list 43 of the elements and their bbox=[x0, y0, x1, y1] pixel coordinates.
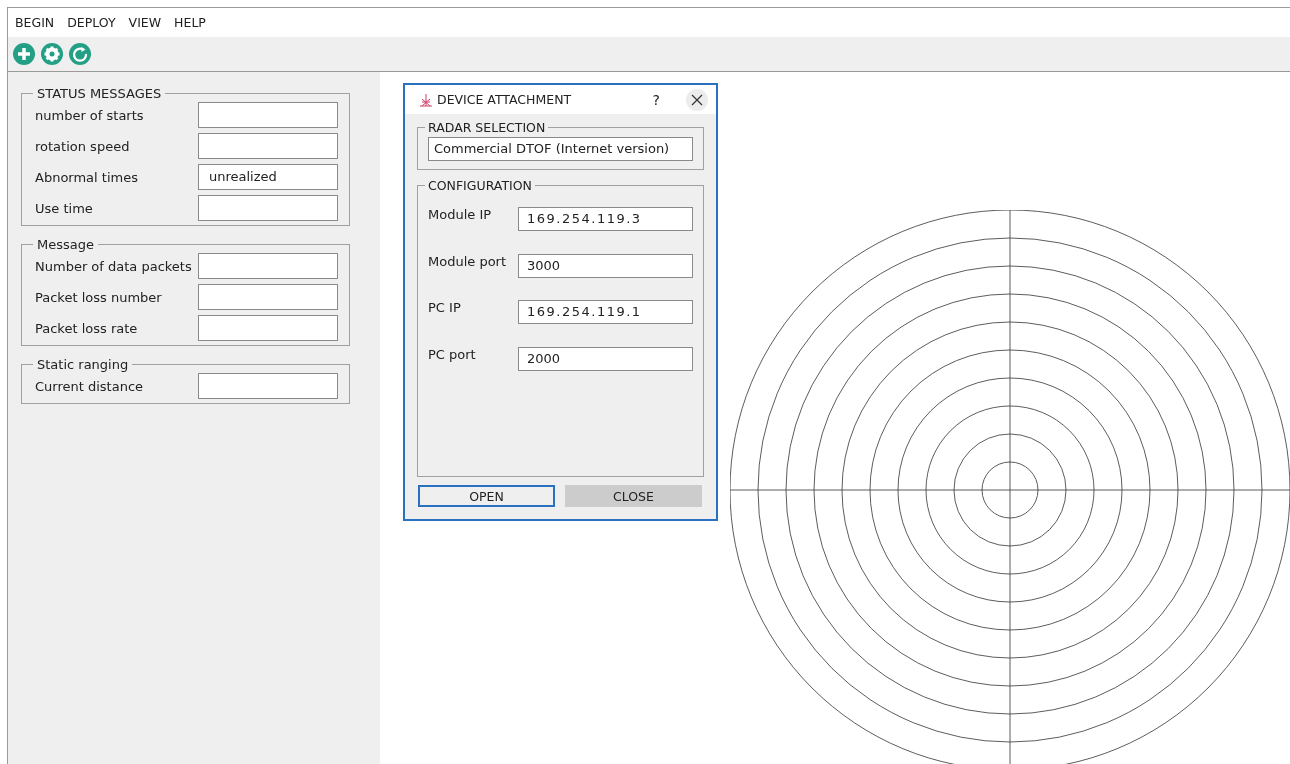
input-field[interactable]: 3000 bbox=[518, 253, 693, 278]
input-field[interactable] bbox=[198, 253, 338, 279]
input-field[interactable] bbox=[198, 315, 338, 341]
help-button[interactable]: ? bbox=[652, 91, 660, 108]
input-field[interactable] bbox=[198, 195, 338, 221]
add-icon[interactable] bbox=[13, 43, 35, 65]
menu-item[interactable]: BEGIN bbox=[15, 15, 55, 30]
input-field[interactable] bbox=[198, 373, 338, 399]
field-label: Number of data packets bbox=[35, 258, 192, 274]
group-title: RADAR SELECTION bbox=[427, 120, 547, 135]
group-title: CONFIGURATION bbox=[427, 178, 533, 193]
group-title: STATUS MESSAGES bbox=[36, 86, 163, 101]
dialog-button[interactable]: OPEN bbox=[418, 485, 555, 507]
settings-icon[interactable] bbox=[41, 43, 63, 65]
menu-item[interactable]: HELP bbox=[174, 15, 206, 30]
input-field[interactable] bbox=[198, 133, 338, 159]
close-icon[interactable] bbox=[686, 88, 708, 111]
input-field[interactable]: 169.254.119.3 bbox=[518, 207, 693, 231]
menu-item[interactable]: VIEW bbox=[128, 15, 162, 30]
field-label: number of starts bbox=[35, 107, 144, 123]
menu-item[interactable]: DEPLOY bbox=[67, 15, 116, 30]
input-field[interactable]: unrealized bbox=[198, 164, 338, 190]
field-label: Use time bbox=[35, 200, 93, 216]
field-label: rotation speed bbox=[35, 138, 130, 154]
input-field[interactable]: 169.254.119.1 bbox=[518, 300, 693, 324]
input-field[interactable]: 2000 bbox=[518, 346, 693, 371]
field-label: PC port bbox=[428, 346, 476, 362]
field-label: Packet loss number bbox=[35, 289, 162, 305]
group-title: Message bbox=[36, 237, 95, 252]
field-label: Packet loss rate bbox=[35, 320, 138, 336]
field-label: Abnormal times bbox=[35, 169, 138, 185]
dialog-title: DEVICE ATTACHMENT bbox=[437, 92, 573, 107]
field-label: PC IP bbox=[428, 300, 461, 315]
select-field[interactable]: Commercial DTOF (Internet version) bbox=[428, 137, 693, 161]
input-field[interactable] bbox=[198, 284, 338, 310]
field-label: Module IP bbox=[428, 207, 492, 222]
input-field[interactable] bbox=[198, 102, 338, 128]
field-label: Current distance bbox=[35, 378, 144, 394]
radar-icon bbox=[419, 92, 433, 107]
field-label: Module port bbox=[428, 253, 507, 269]
refresh-icon[interactable] bbox=[69, 43, 91, 65]
dialog-button[interactable]: CLOSE bbox=[565, 485, 702, 507]
group-title: Static ranging bbox=[36, 357, 130, 372]
